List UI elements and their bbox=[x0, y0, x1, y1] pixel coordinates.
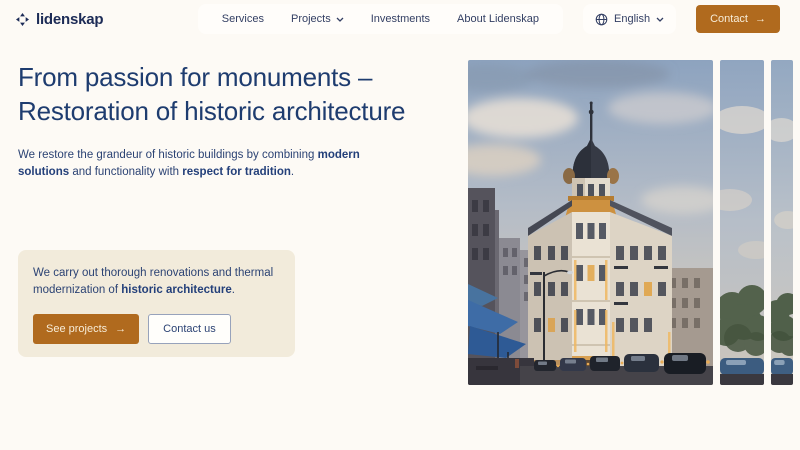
arrow-right-icon: → bbox=[755, 13, 766, 25]
language-selector[interactable]: English bbox=[583, 4, 676, 34]
brand-name: lidenskap bbox=[36, 11, 103, 28]
nav-item-label: About Lidenskap bbox=[457, 13, 539, 25]
nav-item-label: Investments bbox=[371, 13, 430, 25]
hero-intro-text: We restore the grandeur of historic buil… bbox=[18, 147, 360, 180]
renovation-card: We carry out thorough renovations and th… bbox=[18, 250, 295, 357]
nav-item-services[interactable]: Services bbox=[222, 13, 264, 25]
see-projects-button[interactable]: See projects → bbox=[33, 314, 139, 344]
language-label: English bbox=[614, 13, 650, 25]
hero-photo-building bbox=[468, 60, 713, 385]
nav-item-label: Projects bbox=[291, 13, 331, 25]
main-nav: Services Projects Investments About Lide… bbox=[198, 4, 563, 34]
arrow-right-icon: → bbox=[115, 323, 126, 335]
nav-item-label: Services bbox=[222, 13, 264, 25]
intro-text: and functionality with bbox=[69, 166, 182, 178]
page-title: From passion for monuments – Restoration… bbox=[18, 60, 418, 128]
contact-button[interactable]: Contact → bbox=[696, 5, 780, 33]
see-projects-label: See projects bbox=[46, 323, 107, 335]
hero-carousel[interactable] bbox=[468, 60, 793, 385]
header-right: Services Projects Investments About Lide… bbox=[198, 4, 780, 34]
contact-us-button[interactable]: Contact us bbox=[148, 314, 231, 344]
nav-item-projects[interactable]: Projects bbox=[291, 13, 344, 25]
contact-us-label: Contact us bbox=[163, 323, 216, 335]
intro-bold: respect for tradition bbox=[182, 166, 291, 178]
nav-item-investments[interactable]: Investments bbox=[371, 13, 430, 25]
carousel-slide-next bbox=[720, 60, 764, 385]
navbar: lidenskap Services Projects Investments … bbox=[0, 0, 800, 38]
intro-text: We restore the grandeur of historic buil… bbox=[18, 149, 318, 161]
hero-photo-edge bbox=[771, 60, 793, 385]
carousel-slide-edge bbox=[771, 60, 793, 385]
hero-section: From passion for monuments – Restoration… bbox=[0, 38, 800, 385]
hero-photo-trees bbox=[720, 60, 764, 385]
card-text-bold: historic architecture bbox=[121, 284, 232, 296]
chevron-down-icon bbox=[336, 17, 344, 22]
hero-left-column: From passion for monuments – Restoration… bbox=[18, 60, 428, 385]
brand-diamond-icon bbox=[16, 13, 29, 26]
globe-icon bbox=[595, 13, 608, 26]
brand-logo[interactable]: lidenskap bbox=[16, 11, 103, 28]
chevron-down-icon bbox=[656, 17, 664, 22]
nav-item-about[interactable]: About Lidenskap bbox=[457, 13, 539, 25]
card-buttons: See projects → Contact us bbox=[33, 314, 280, 344]
contact-button-label: Contact bbox=[710, 13, 748, 25]
card-text-part: . bbox=[232, 284, 235, 296]
carousel-slide-main bbox=[468, 60, 713, 385]
card-text: We carry out thorough renovations and th… bbox=[33, 265, 280, 298]
intro-text: . bbox=[291, 166, 294, 178]
